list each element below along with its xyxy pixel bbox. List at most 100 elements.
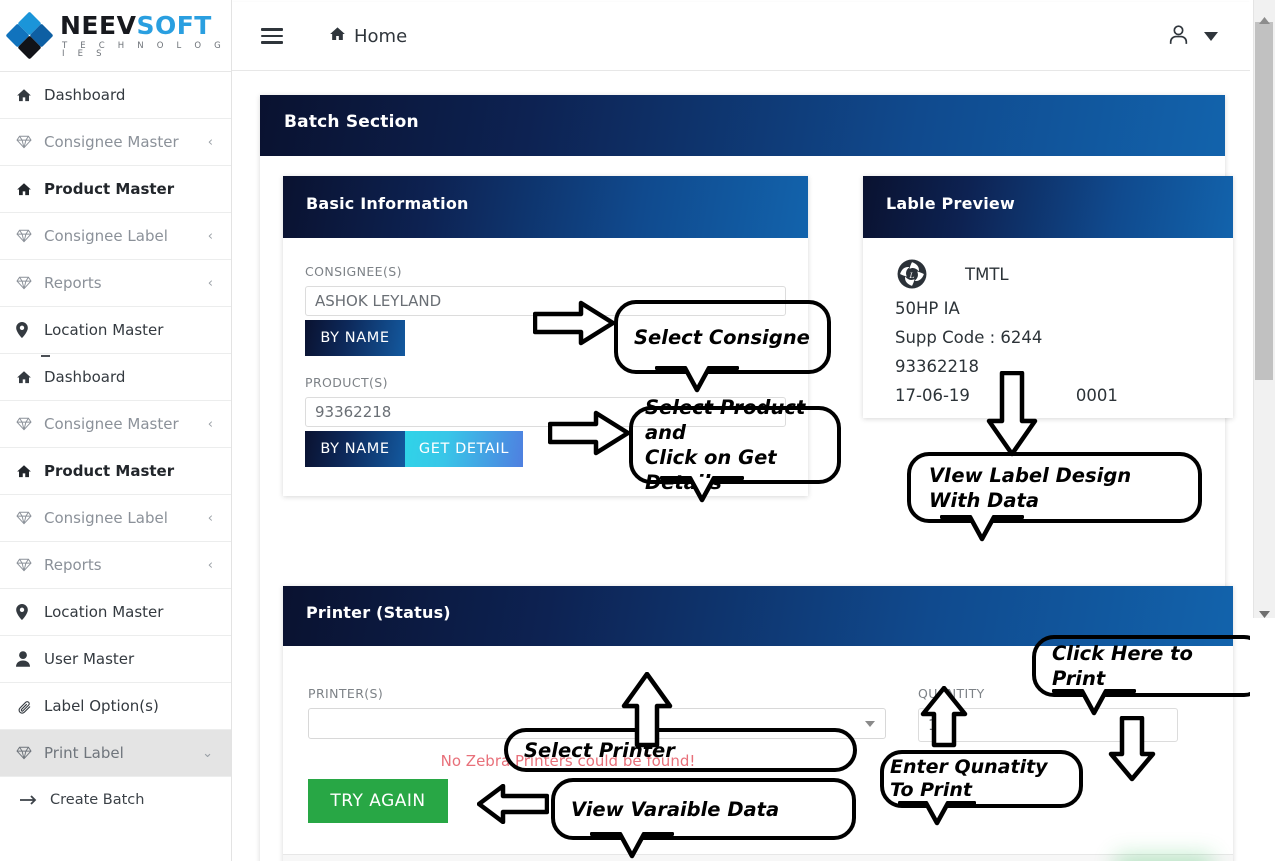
annotation-arrow-down-icon <box>1108 716 1156 782</box>
page-scrollbar[interactable] <box>1250 0 1275 861</box>
annotation-tail <box>898 801 976 826</box>
sidebar-item-label: Consignee Label <box>44 227 168 245</box>
annotation-text-line1: Select Product and <box>645 396 806 444</box>
scrollbar-thumb[interactable] <box>1255 22 1273 380</box>
sidebar-item-reports[interactable]: Reports ‹ <box>0 542 231 589</box>
brand-tagline: T E C H N O L O G I E S <box>62 40 226 59</box>
consignee-label: CONSIGNEE(S) <box>305 264 402 279</box>
sidebar-item-label: Consignee Master <box>44 415 179 433</box>
sidebar-item-consignee-label[interactable]: Consignee Label ‹ <box>0 213 231 260</box>
sidebar-item-product-master[interactable]: Product Master <box>0 166 231 213</box>
sidebar-item-location-master[interactable]: Location Master <box>0 307 231 354</box>
sidebar-nav: Dashboard Consignee Master ‹ Product Master… <box>0 72 231 823</box>
sidebar-item-label: Product Master <box>44 180 175 198</box>
basic-information-title: Basic Information <box>306 194 469 213</box>
diamond-icon <box>16 511 44 525</box>
chevron-left-icon: ‹ <box>207 134 213 150</box>
annotation-text-line2: With Data <box>929 488 1040 512</box>
annotation-tail <box>660 476 744 503</box>
pin-icon <box>16 604 44 620</box>
sidebar-item-label: Reports <box>44 556 102 574</box>
get-detail-button[interactable]: GET DETAIL <box>405 431 523 467</box>
home-icon <box>16 370 44 385</box>
annotation-arrow-right-icon <box>548 410 630 456</box>
chevron-left-icon: ‹ <box>207 557 213 573</box>
tag-icon <box>16 698 44 714</box>
sidebar-item-user-master[interactable]: User Master <box>0 636 231 683</box>
sidebar-item-label: Dashboard <box>44 86 126 104</box>
diamond-icon <box>16 558 44 572</box>
label-preview-serial: 0001 <box>1075 386 1118 405</box>
annotation-callout-click-here-to-print: Click Here to Print <box>1032 635 1266 697</box>
annotation-tail <box>940 515 1024 542</box>
annotation-arrow-up-icon <box>621 672 673 748</box>
sidebar-item-consignee-label[interactable]: Consignee Label ‹ <box>0 495 231 542</box>
brand-logo[interactable]: NEEVSOFT T E C H N O L O G I E S <box>0 0 231 72</box>
sidebar-item-dashboard[interactable]: Dashboard <box>0 354 231 401</box>
user-menu[interactable] <box>1166 22 1218 51</box>
label-preview-card: Lable Preview L TMTL 50HP IA Supp Code:… <box>863 176 1233 418</box>
label-preview-line1: 50HP IA <box>895 299 960 318</box>
annotation-arrow-left-icon <box>477 784 549 824</box>
sidebar-item-label: User Master <box>44 650 135 668</box>
sidebar-item-consignee-master[interactable]: Consignee Master ‹ <box>0 119 231 166</box>
annotation-text: Select Printer <box>524 738 675 762</box>
label-preview-brand: TMTL <box>965 264 1009 284</box>
brand-name-blue: SOFT <box>136 10 212 40</box>
annotation-arrow-down-icon <box>986 371 1038 457</box>
pin-icon <box>16 322 44 338</box>
sidebar-item-label: Reports <box>44 274 102 292</box>
sidebar-item-label: Consignee Master <box>44 133 179 151</box>
annotation-callout-select-printer: Select Printer <box>504 728 857 772</box>
sidebar-item-print-label[interactable]: Print Label ⌄ <box>0 730 231 777</box>
label-preview-date: 17-06-19 <box>895 386 970 405</box>
chevron-down-icon: ⌄ <box>202 745 213 761</box>
sidebar-item-label: Location Master <box>44 321 164 339</box>
chevron-left-icon: ‹ <box>207 510 213 526</box>
printer-status-title: Printer (Status) <box>306 603 451 622</box>
diamond-icon <box>16 276 44 290</box>
hamburger-icon[interactable] <box>261 24 283 48</box>
scroll-up-arrow-icon[interactable] <box>1259 9 1270 28</box>
label-preview-line3: 93362218 <box>895 357 979 376</box>
label-preview-line2: Supp Code : 6244 <box>895 328 1043 347</box>
neevsoft-diamond-logo-icon <box>5 10 54 60</box>
sidebar-subitem-create-batch[interactable]: Create Batch <box>0 777 231 823</box>
annotation-callout-select-consignee: Select Consigne <box>614 300 831 374</box>
breadcrumb-home[interactable]: Home <box>329 26 407 47</box>
annotation-text-line2: To Print <box>890 779 973 801</box>
product-by-name-button[interactable]: BY NAME <box>305 431 405 467</box>
batch-section-title: Batch Section <box>284 112 419 132</box>
chevron-left-icon: ‹ <box>207 416 213 432</box>
consignee-by-name-button[interactable]: BY NAME <box>305 320 405 356</box>
sidebar-item-consignee-master[interactable]: Consignee Master ‹ <box>0 401 231 448</box>
printer-card-footer: VIEW VARIABLES PRINT <box>283 854 1233 861</box>
person-icon <box>16 651 44 667</box>
annotation-arrow-up-icon <box>920 686 968 748</box>
sidebar-item-label-option-s[interactable]: Label Option(s) <box>0 683 231 730</box>
ashok-leyland-logo-icon: L <box>895 257 929 291</box>
svg-text:L: L <box>908 271 914 280</box>
sidebar-item-product-master[interactable]: Product Master <box>0 448 231 495</box>
arrow-right-icon <box>20 794 50 806</box>
sidebar-item-dashboard[interactable]: Dashboard <box>0 72 231 119</box>
scroll-down-arrow-icon[interactable] <box>1259 603 1270 622</box>
sidebar-item-location-master[interactable]: Location Master <box>0 589 231 636</box>
home-icon <box>16 88 44 103</box>
sidebar-item-label: Label Option(s) <box>44 697 159 715</box>
diamond-icon <box>16 417 44 431</box>
label-preview-title: Lable Preview <box>886 194 1015 213</box>
try-again-button[interactable]: TRY AGAIN <box>308 779 448 823</box>
annotation-text: Click Here to Print <box>1052 642 1193 690</box>
sidebar: NEEVSOFT T E C H N O L O G I E S Dashboa… <box>0 0 232 861</box>
sidebar-item-reports[interactable]: Reports ‹ <box>0 260 231 307</box>
home-icon <box>16 464 44 479</box>
sidebar-item-label: Consignee Label <box>44 509 168 527</box>
annotation-text: View Varaible Data <box>571 797 780 821</box>
home-icon <box>329 26 346 47</box>
annotation-callout-view-variable-data: View Varaible Data <box>551 778 856 840</box>
label-preview-header: Lable Preview <box>863 176 1233 238</box>
breadcrumb-home-label: Home <box>354 25 408 47</box>
top-header: Home <box>232 2 1250 71</box>
annotation-tail <box>1052 689 1136 716</box>
